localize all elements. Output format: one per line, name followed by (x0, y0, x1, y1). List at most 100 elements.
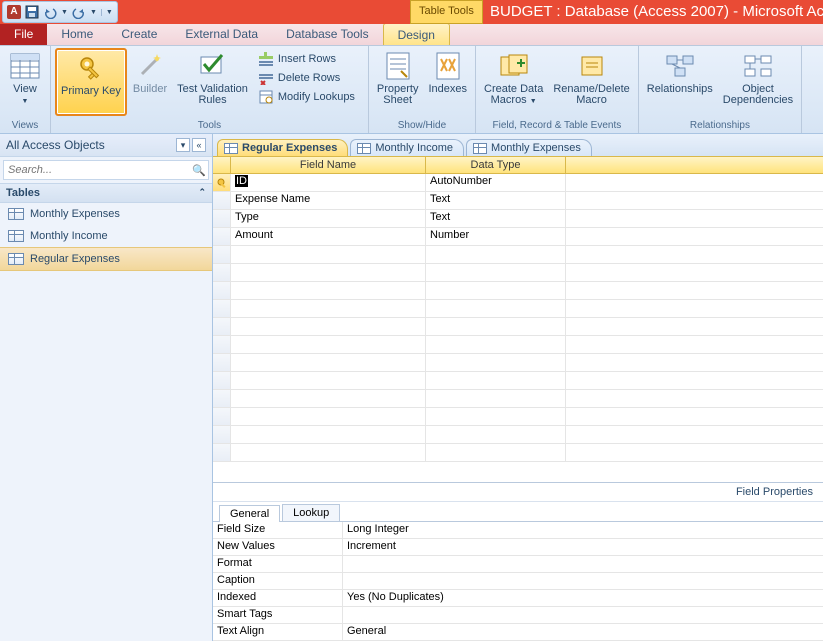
cell-data-type[interactable] (426, 300, 566, 317)
cell-field-name[interactable]: Expense Name (231, 192, 426, 209)
cell-data-type[interactable] (426, 336, 566, 353)
cell-description[interactable] (566, 246, 823, 263)
grid-row[interactable] (213, 426, 823, 444)
cell-description[interactable] (566, 336, 823, 353)
nav-collapse-icon[interactable]: « (192, 138, 206, 152)
cell-description[interactable] (566, 174, 823, 191)
cell-data-type[interactable] (426, 444, 566, 461)
tab-design[interactable]: Design (383, 23, 450, 45)
col-field-name[interactable]: Field Name (231, 157, 426, 173)
row-selector[interactable] (213, 246, 231, 263)
delete-rows-button[interactable]: Delete Rows (254, 69, 364, 87)
cell-field-name[interactable] (231, 408, 426, 425)
property-value[interactable]: Increment (343, 539, 823, 555)
grid-row[interactable]: IDAutoNumber (213, 174, 823, 192)
grid-row[interactable] (213, 444, 823, 462)
property-value[interactable] (343, 556, 823, 572)
col-data-type[interactable]: Data Type (426, 157, 566, 173)
property-value[interactable] (343, 607, 823, 623)
row-selector[interactable] (213, 408, 231, 425)
grid-row[interactable] (213, 372, 823, 390)
object-dependencies-button[interactable]: ObjectDependencies (719, 48, 797, 116)
property-row[interactable]: Field SizeLong Integer (213, 522, 823, 539)
nav-search[interactable]: 🔍 (3, 160, 209, 180)
redo-dropdown-icon[interactable]: ▼ (90, 9, 97, 16)
row-selector[interactable] (213, 354, 231, 371)
property-sheet-button[interactable]: PropertySheet (373, 48, 423, 116)
nav-group-tables[interactable]: Tables ⌃ (0, 183, 212, 203)
builder-button[interactable]: Builder (129, 48, 171, 116)
cell-description[interactable] (566, 192, 823, 209)
select-all-corner[interactable] (213, 157, 231, 173)
nav-item[interactable]: Monthly Income (0, 225, 212, 247)
property-row[interactable]: Smart Tags (213, 607, 823, 624)
create-data-macros-button[interactable]: Create DataMacros ▼ (480, 48, 547, 116)
cell-data-type[interactable] (426, 408, 566, 425)
modify-lookups-button[interactable]: Modify Lookups (254, 88, 364, 106)
search-input[interactable] (4, 161, 190, 179)
cell-description[interactable] (566, 390, 823, 407)
grid-row[interactable] (213, 336, 823, 354)
cell-description[interactable] (566, 426, 823, 443)
row-selector[interactable] (213, 210, 231, 227)
row-selector[interactable] (213, 282, 231, 299)
cell-description[interactable] (566, 318, 823, 335)
cell-data-type[interactable] (426, 246, 566, 263)
row-selector[interactable] (213, 444, 231, 461)
tab-general[interactable]: General (219, 505, 280, 522)
property-row[interactable]: Caption (213, 573, 823, 590)
cell-data-type[interactable] (426, 264, 566, 281)
cell-description[interactable] (566, 282, 823, 299)
test-validation-button[interactable]: Test ValidationRules (173, 48, 252, 116)
cell-data-type[interactable]: Text (426, 192, 566, 209)
nav-header[interactable]: All Access Objects ▾ « (0, 134, 212, 157)
property-row[interactable]: Text AlignGeneral (213, 624, 823, 641)
grid-row[interactable] (213, 318, 823, 336)
cell-data-type[interactable] (426, 318, 566, 335)
nav-group-collapse-icon[interactable]: ⌃ (198, 187, 206, 199)
cell-field-name[interactable]: ID (231, 174, 426, 191)
grid-row[interactable] (213, 390, 823, 408)
tab-create[interactable]: Create (107, 23, 171, 45)
tab-database-tools[interactable]: Database Tools (272, 23, 383, 45)
row-selector[interactable] (213, 264, 231, 281)
grid-row[interactable] (213, 408, 823, 426)
rename-delete-macro-button[interactable]: Rename/DeleteMacro (549, 48, 633, 116)
cell-data-type[interactable]: Text (426, 210, 566, 227)
qat-customize-icon[interactable]: ▼ (101, 9, 113, 16)
cell-data-type[interactable]: Number (426, 228, 566, 245)
cell-field-name[interactable] (231, 354, 426, 371)
cell-field-name[interactable] (231, 264, 426, 281)
grid-row[interactable]: Expense NameText (213, 192, 823, 210)
property-row[interactable]: IndexedYes (No Duplicates) (213, 590, 823, 607)
relationships-button[interactable]: Relationships (643, 48, 717, 116)
cell-description[interactable] (566, 354, 823, 371)
cell-field-name[interactable] (231, 336, 426, 353)
property-value[interactable] (343, 573, 823, 589)
grid-row[interactable] (213, 264, 823, 282)
grid-row[interactable]: TypeText (213, 210, 823, 228)
cell-description[interactable] (566, 408, 823, 425)
nav-item[interactable]: Regular Expenses (0, 247, 212, 271)
tab-lookup[interactable]: Lookup (282, 504, 340, 521)
row-selector[interactable] (213, 336, 231, 353)
tab-home[interactable]: Home (47, 23, 107, 45)
redo-icon[interactable] (72, 5, 86, 19)
cell-data-type[interactable] (426, 282, 566, 299)
search-icon[interactable]: 🔍 (190, 164, 208, 177)
row-selector[interactable] (213, 300, 231, 317)
cell-field-name[interactable] (231, 444, 426, 461)
cell-data-type[interactable] (426, 372, 566, 389)
grid-row[interactable] (213, 246, 823, 264)
property-value[interactable]: Yes (No Duplicates) (343, 590, 823, 606)
insert-rows-button[interactable]: Insert Rows (254, 50, 364, 68)
row-selector[interactable] (213, 318, 231, 335)
property-row[interactable]: Format (213, 556, 823, 573)
access-app-icon[interactable]: A (7, 5, 21, 19)
cell-field-name[interactable] (231, 426, 426, 443)
row-selector[interactable] (213, 372, 231, 389)
cell-field-name[interactable]: Amount (231, 228, 426, 245)
nav-item[interactable]: Monthly Expenses (0, 203, 212, 225)
cell-field-name[interactable] (231, 300, 426, 317)
indexes-button[interactable]: Indexes (424, 48, 471, 116)
